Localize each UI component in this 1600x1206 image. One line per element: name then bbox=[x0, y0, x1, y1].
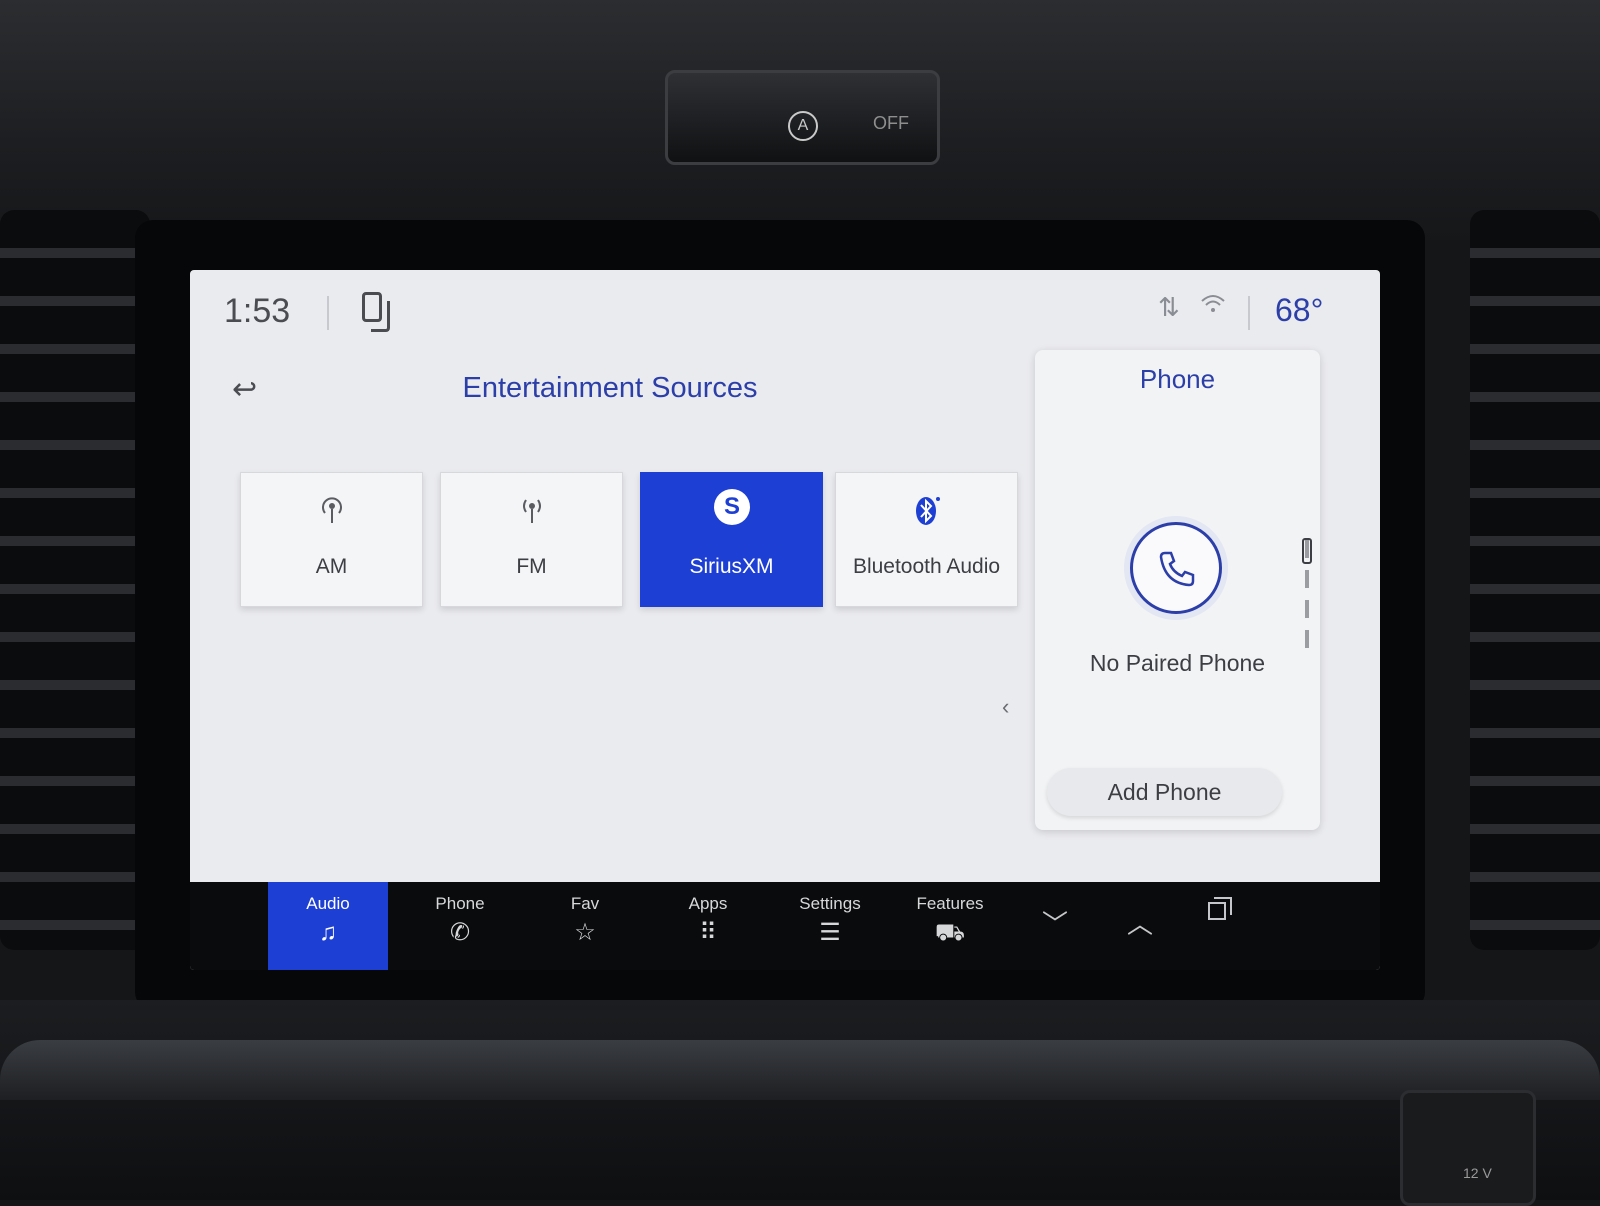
nav-audio[interactable]: Audio ♫ bbox=[268, 882, 388, 970]
nav-label: Apps bbox=[688, 894, 728, 913]
auto-start-stop-button[interactable]: A OFF bbox=[665, 70, 940, 165]
status-divider bbox=[1248, 296, 1250, 330]
dashboard-trim bbox=[0, 1040, 1600, 1100]
phone-panel-title: Phone bbox=[1139, 364, 1216, 394]
status-divider bbox=[327, 296, 329, 330]
chevron-down-icon[interactable]: ﹀ bbox=[1025, 904, 1085, 941]
panel-scroll-thumb[interactable] bbox=[1302, 538, 1312, 564]
source-label: Bluetooth Audio bbox=[852, 555, 1001, 578]
add-phone-button[interactable]: Add Phone bbox=[1047, 768, 1282, 816]
music-note-icon: ♫ bbox=[319, 919, 337, 946]
page-title: Entertainment Sources bbox=[462, 372, 758, 404]
socket-label: 12 V bbox=[1463, 1165, 1492, 1181]
left-air-vent bbox=[0, 210, 150, 950]
bluetooth-icon bbox=[836, 495, 1017, 535]
phone-call-button[interactable] bbox=[1130, 522, 1222, 614]
entertainment-sources-panel: ↩ Entertainment Sources AM FM S SiriusXM bbox=[190, 352, 1030, 882]
nav-settings[interactable]: Settings ☰ bbox=[770, 882, 890, 970]
nav-phone[interactable]: Phone ✆ bbox=[400, 882, 520, 970]
bottom-nav-bar: Audio ♫ Phone ✆ Fav ☆ Apps ⠿ Settings ☰ … bbox=[190, 882, 1380, 970]
phone-status-text: No Paired Phone bbox=[1089, 650, 1266, 676]
12v-power-socket: 12 V bbox=[1400, 1090, 1536, 1206]
right-air-vent bbox=[1470, 210, 1600, 950]
chevron-up-icon[interactable]: ︿ bbox=[1110, 904, 1170, 941]
multitask-icon[interactable] bbox=[1208, 897, 1232, 920]
nav-features[interactable]: Features ⛟ bbox=[890, 882, 1010, 970]
dashboard-bottom bbox=[0, 1000, 1600, 1200]
source-label: AM bbox=[315, 555, 348, 578]
clock: 1:53 bbox=[224, 292, 291, 330]
source-label: FM bbox=[516, 555, 547, 578]
phone-icon: ✆ bbox=[449, 919, 471, 946]
fm-antenna-icon bbox=[441, 495, 622, 533]
nav-label: Audio bbox=[306, 894, 350, 913]
wifi-icon bbox=[1200, 292, 1226, 323]
auto-start-stop-off-label: OFF bbox=[873, 113, 909, 133]
star-icon: ☆ bbox=[574, 919, 596, 946]
nav-label: Fav bbox=[570, 894, 600, 913]
nav-label: Features bbox=[916, 894, 984, 913]
nav-fav[interactable]: Fav ☆ bbox=[525, 882, 645, 970]
infotainment-screen: 1:53 ⇅ 68° ↩ Entertainment Sources AM FM bbox=[190, 270, 1380, 970]
source-tiles: AM FM S SiriusXM Bluetooth Audio bbox=[240, 472, 1020, 612]
outside-temperature: 68° bbox=[1275, 292, 1324, 328]
source-tile-bluetooth-audio[interactable]: Bluetooth Audio bbox=[835, 472, 1018, 607]
nav-label: Settings bbox=[799, 894, 861, 913]
truck-icon: ⛟ bbox=[934, 919, 966, 946]
phone-panel: Phone No Paired Phone Add Phone bbox=[1035, 350, 1320, 830]
status-bar: 1:53 ⇅ 68° bbox=[190, 270, 1380, 352]
siriusxm-logo: S bbox=[714, 489, 750, 525]
nav-label: Phone bbox=[435, 894, 485, 913]
nav-apps[interactable]: Apps ⠿ bbox=[648, 882, 768, 970]
source-tile-am[interactable]: AM bbox=[240, 472, 423, 607]
phone-handset-icon bbox=[1159, 551, 1195, 587]
source-tile-siriusxm[interactable]: S SiriusXM bbox=[640, 472, 823, 607]
am-antenna-icon bbox=[241, 495, 422, 533]
navigation-icon: ⇅ bbox=[1158, 292, 1180, 322]
phone-projection-icon[interactable] bbox=[362, 292, 390, 332]
source-label: SiriusXM bbox=[689, 555, 774, 578]
apps-grid-icon: ⠿ bbox=[699, 919, 717, 946]
panel-collapse-chevron-icon[interactable]: ‹ bbox=[1002, 694, 1009, 720]
source-tile-fm[interactable]: FM bbox=[440, 472, 623, 607]
sliders-icon: ☰ bbox=[819, 919, 841, 946]
auto-start-stop-icon: A bbox=[788, 111, 818, 141]
